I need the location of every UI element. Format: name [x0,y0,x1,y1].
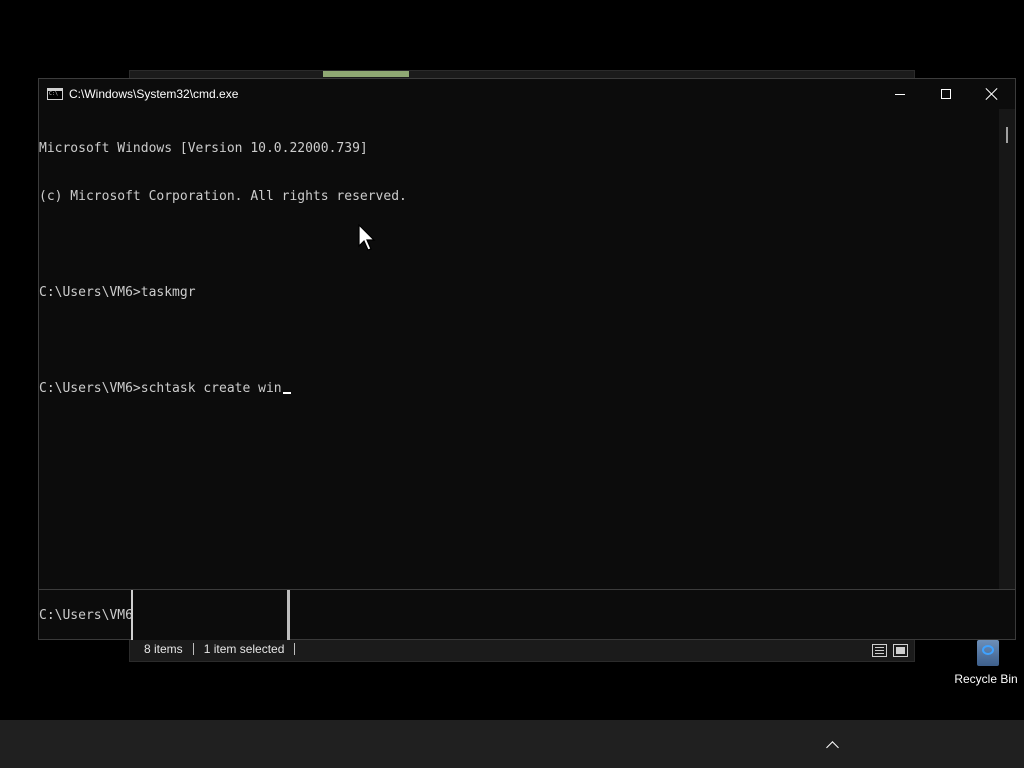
console-output[interactable]: Microsoft Windows [Version 10.0.22000.73… [39,109,999,589]
status-selected-count: 1 item selected [203,642,285,656]
minimize-icon [895,93,905,95]
close-button[interactable] [969,79,1015,109]
console-scrollbar[interactable] [999,109,1015,589]
mouse-pointer-icon [358,224,376,251]
details-view-icon[interactable] [872,644,887,657]
status-separator [192,643,194,655]
scrollbar-thumb[interactable] [1006,127,1008,143]
status-item-count: 8 items [144,642,183,656]
background-cmd-prompt: C:\Users\VM6 [39,608,131,623]
cmd-titlebar[interactable]: C:\Windows\System32\cmd.exe [39,79,1015,109]
large-icons-view-icon[interactable] [893,644,908,657]
minimize-button[interactable] [877,79,923,109]
maximize-button[interactable] [923,79,969,109]
console-current-command: C:\Users\VM6>schtask create win [39,381,282,396]
window-title: C:\Windows\System32\cmd.exe [69,87,239,101]
desktop: 8 items 1 item selected ....... C:\Users… [0,0,1024,768]
console-line: Microsoft Windows [Version 10.0.22000.73… [39,141,368,156]
recycle-bin-icon [971,634,1001,666]
status-separator [294,643,296,655]
maximize-icon [941,89,951,99]
recycle-bin-shortcut[interactable]: Recycle Bin [948,634,1024,686]
show-hidden-icons-chevron-up-icon[interactable] [822,736,842,752]
console-input-line[interactable]: C:\Users\VM6>schtask create win [39,381,999,397]
cmd-app-icon[interactable] [47,88,63,100]
text-cursor [282,392,291,394]
background-pane [131,588,287,640]
window-controls [877,79,1015,109]
taskbar [0,720,1024,768]
explorer-tab-highlight [323,71,409,77]
explorer-status-bar: 8 items 1 item selected [130,637,914,661]
explorer-view-toggle [872,644,908,657]
close-icon [985,87,999,101]
cmd-window[interactable]: C:\Windows\System32\cmd.exe Microsoft Wi… [38,78,1016,590]
recycle-bin-label: Recycle Bin [954,672,1018,686]
background-cmd-window[interactable]: ....... C:\Users\VM6 [38,588,1016,640]
console-line: (c) Microsoft Corporation. All rights re… [39,189,407,204]
background-pane-divider [287,588,290,640]
console-line: C:\Users\VM6>taskmgr [39,285,196,300]
